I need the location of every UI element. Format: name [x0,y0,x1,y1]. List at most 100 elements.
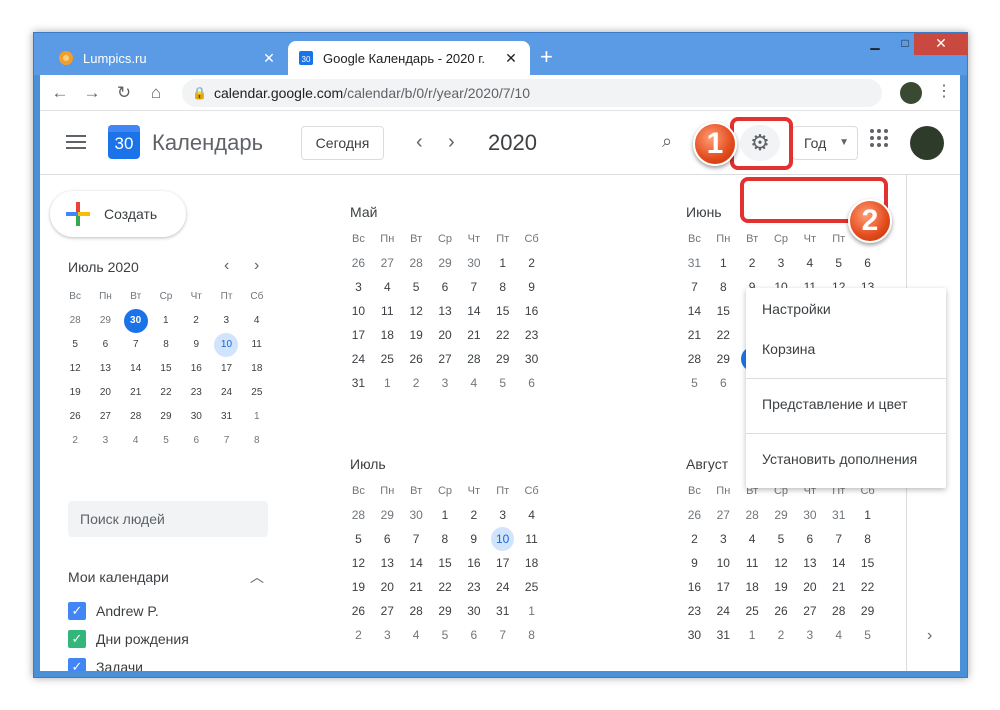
day-cell[interactable]: 5 [344,527,373,551]
day-cell[interactable]: 7 [680,275,709,299]
day-cell[interactable]: 30 [459,599,488,623]
day-cell[interactable]: 1 [242,405,272,429]
day-cell[interactable]: 7 [211,429,241,453]
day-cell[interactable]: 22 [431,575,460,599]
day-cell[interactable]: 23 [680,599,709,623]
day-cell[interactable]: 28 [121,405,151,429]
day-cell[interactable]: 31 [824,503,853,527]
day-cell[interactable]: 1 [738,623,767,647]
day-cell[interactable]: 21 [459,323,488,347]
menu-item-trash[interactable]: Корзина [746,330,946,368]
day-cell[interactable]: 5 [402,275,431,299]
day-cell[interactable]: 11 [517,527,546,551]
day-cell[interactable]: 6 [795,527,824,551]
day-cell[interactable]: 24 [709,599,738,623]
day-cell[interactable]: 5 [767,527,796,551]
view-selector[interactable]: Год ▼ [792,126,858,160]
day-cell[interactable]: 23 [181,381,211,405]
day-cell[interactable]: 14 [680,299,709,323]
day-cell[interactable]: 4 [517,503,546,527]
day-cell[interactable]: 22 [709,323,738,347]
day-cell[interactable]: 21 [121,381,151,405]
close-window-icon[interactable]: ✕ [914,33,967,55]
day-cell[interactable]: 15 [488,299,517,323]
day-cell[interactable]: 26 [344,251,373,275]
day-cell[interactable]: 14 [824,551,853,575]
day-cell[interactable]: 30 [459,251,488,275]
day-cell[interactable]: 11 [738,551,767,575]
day-cell[interactable]: 17 [211,357,241,381]
day-cell[interactable]: 31 [709,623,738,647]
day-cell[interactable]: 1 [709,251,738,275]
day-cell[interactable]: 19 [60,381,90,405]
day-cell[interactable]: 12 [767,551,796,575]
day-cell[interactable]: 4 [795,251,824,275]
day-cell[interactable]: 20 [90,381,120,405]
day-cell[interactable]: 3 [709,527,738,551]
day-cell[interactable]: 31 [680,251,709,275]
menu-item-addons[interactable]: Установить дополнения [746,440,946,478]
day-cell[interactable]: 28 [824,599,853,623]
day-cell[interactable]: 5 [431,623,460,647]
day-cell[interactable]: 27 [373,251,402,275]
day-cell[interactable]: 1 [488,251,517,275]
day-cell[interactable]: 12 [344,551,373,575]
checkbox-icon[interactable]: ✓ [68,658,86,671]
day-cell[interactable]: 4 [402,623,431,647]
day-cell[interactable]: 31 [211,405,241,429]
reload-icon[interactable]: ↻ [114,83,134,103]
day-cell[interactable]: 27 [795,599,824,623]
day-cell[interactable]: 30 [517,347,546,371]
day-cell[interactable]: 8 [151,333,181,357]
chevron-left-icon[interactable]: ‹ [416,131,423,154]
day-cell[interactable]: 26 [767,599,796,623]
day-cell[interactable]: 6 [431,275,460,299]
day-cell[interactable]: 16 [181,357,211,381]
day-cell[interactable]: 13 [795,551,824,575]
menu-icon[interactable] [66,135,86,149]
checkbox-icon[interactable]: ✓ [68,602,86,620]
day-cell[interactable]: 16 [459,551,488,575]
day-cell[interactable]: 13 [373,551,402,575]
day-cell[interactable]: 30 [181,405,211,429]
day-cell[interactable]: 12 [60,357,90,381]
day-cell[interactable]: 2 [181,309,211,333]
day-cell[interactable]: 11 [241,333,271,357]
month-name[interactable]: Май [326,201,546,227]
calendar-item[interactable]: ✓ Дни рождения [68,629,189,649]
my-calendars-heading[interactable]: Мои календари [68,569,169,585]
day-cell[interactable]: 4 [824,623,853,647]
day-cell[interactable]: 6 [709,371,738,395]
day-cell[interactable]: 28 [60,309,90,333]
day-cell[interactable]: 26 [402,347,431,371]
day-cell[interactable]: 11 [373,299,402,323]
day-cell[interactable]: 6 [459,623,488,647]
account-avatar[interactable] [910,126,944,160]
day-cell[interactable]: 26 [680,503,709,527]
day-cell[interactable]: 28 [344,503,373,527]
day-cell[interactable]: 28 [402,599,431,623]
day-cell[interactable]: 29 [709,347,738,371]
day-cell[interactable]: 6 [373,527,402,551]
month-name[interactable]: Июль [326,453,546,479]
day-cell[interactable]: 22 [151,381,181,405]
day-cell[interactable]: 28 [680,347,709,371]
day-cell[interactable]: 25 [373,347,402,371]
day-cell[interactable]: 9 [459,527,488,551]
new-tab-icon[interactable]: + [540,46,553,68]
day-cell[interactable]: 4 [121,429,151,453]
day-cell[interactable]: 7 [488,623,517,647]
day-cell[interactable]: 3 [344,275,373,299]
day-cell[interactable]: 6 [517,371,546,395]
day-cell[interactable]: 7 [824,527,853,551]
day-cell[interactable]: 22 [488,323,517,347]
day-cell[interactable]: 24 [344,347,373,371]
day-cell[interactable]: 9 [680,551,709,575]
day-cell[interactable]: 3 [431,371,460,395]
day-cell[interactable]: 29 [151,405,181,429]
day-cell[interactable]: 14 [121,357,151,381]
day-cell[interactable]: 16 [680,575,709,599]
chevron-left-icon[interactable]: ‹ [224,257,229,275]
address-bar[interactable]: 🔒 calendar.google.com/calendar/b/0/r/yea… [182,79,882,107]
day-cell[interactable]: 30 [680,623,709,647]
